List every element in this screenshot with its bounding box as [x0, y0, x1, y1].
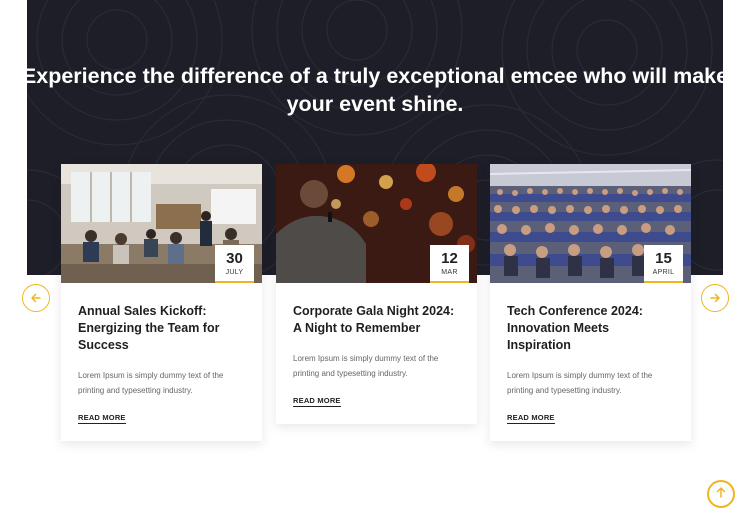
date-day: 15: [655, 250, 672, 267]
arrow-up-icon: [716, 487, 726, 498]
carousel-next-button[interactable]: [701, 284, 729, 312]
event-image[interactable]: 12 MAR: [276, 164, 477, 283]
arrow-left-icon: [31, 293, 41, 303]
read-more-link[interactable]: READ MORE: [293, 396, 341, 407]
scroll-to-top-button[interactable]: [707, 480, 735, 508]
date-badge: 12 MAR: [430, 245, 469, 283]
event-card[interactable]: 12 MAR Corporate Gala Night 2024: A Nigh…: [276, 164, 477, 424]
date-day: 30: [226, 250, 243, 267]
card-body: Tech Conference 2024: Innovation Meets I…: [490, 283, 691, 441]
event-image[interactable]: 15 APRIL: [490, 164, 691, 283]
date-month: APRIL: [652, 269, 675, 276]
event-excerpt: Lorem Ipsum is simply dummy text of the …: [78, 371, 224, 395]
event-card[interactable]: 30 JULY Annual Sales Kickoff: Energizing…: [61, 164, 262, 441]
event-excerpt: Lorem Ipsum is simply dummy text of the …: [507, 371, 653, 395]
card-body: Annual Sales Kickoff: Energizing the Tea…: [61, 283, 262, 441]
event-excerpt: Lorem Ipsum is simply dummy text of the …: [293, 354, 439, 378]
arrow-right-icon: [710, 293, 720, 303]
date-month: MAR: [441, 269, 458, 276]
headline-line-1: Experience the difference of a truly exc…: [21, 64, 729, 88]
date-day: 12: [441, 250, 458, 267]
hero-headline: Experience the difference of a truly exc…: [0, 62, 750, 118]
carousel-prev-button[interactable]: [22, 284, 50, 312]
event-title[interactable]: Tech Conference 2024: Innovation Meets I…: [507, 303, 674, 354]
read-more-link[interactable]: READ MORE: [507, 413, 555, 424]
card-body: Corporate Gala Night 2024: A Night to Re…: [276, 283, 477, 424]
read-more-link[interactable]: READ MORE: [78, 413, 126, 424]
event-image[interactable]: 30 JULY: [61, 164, 262, 283]
date-badge: 15 APRIL: [644, 245, 683, 283]
event-title[interactable]: Annual Sales Kickoff: Energizing the Tea…: [78, 303, 245, 354]
date-month: JULY: [225, 269, 244, 276]
event-card[interactable]: 15 APRIL Tech Conference 2024: Innovatio…: [490, 164, 691, 441]
date-badge: 30 JULY: [215, 245, 254, 283]
event-title[interactable]: Corporate Gala Night 2024: A Night to Re…: [293, 303, 460, 337]
headline-line-2: your event shine.: [286, 92, 464, 116]
